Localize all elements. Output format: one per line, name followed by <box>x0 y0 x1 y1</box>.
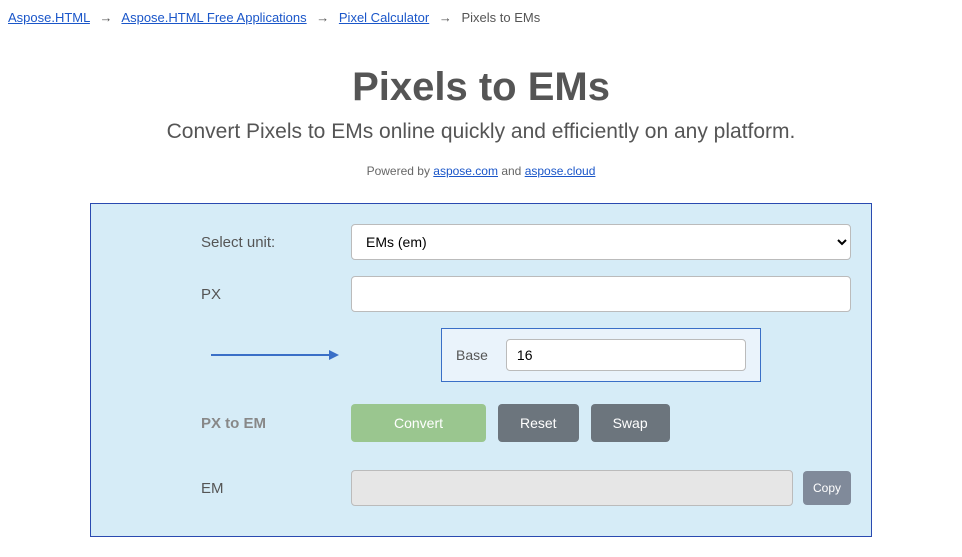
arrow-icon <box>211 345 341 365</box>
breadcrumb-link-free-apps[interactable]: Aspose.HTML Free Applications <box>121 10 306 25</box>
breadcrumb-sep: → <box>100 10 113 25</box>
direction-label: PX to EM <box>111 415 351 432</box>
powered-link-aspose-com[interactable]: aspose.com <box>433 164 498 178</box>
breadcrumb-sep: → <box>439 10 452 25</box>
breadcrumb-link-aspose-html[interactable]: Aspose.HTML <box>8 10 90 25</box>
powered-and: and <box>498 164 525 178</box>
base-input[interactable] <box>506 339 746 371</box>
base-label: Base <box>456 347 488 363</box>
em-label: EM <box>111 480 351 497</box>
breadcrumb: Aspose.HTML → Aspose.HTML Free Applicati… <box>0 0 962 35</box>
copy-button[interactable]: Copy <box>803 471 851 505</box>
converter-panel: Select unit: EMs (em) PX Base PX to EM <box>90 203 872 537</box>
select-unit-label: Select unit: <box>111 234 351 251</box>
px-label: PX <box>111 286 351 303</box>
page-subtitle: Convert Pixels to EMs online quickly and… <box>0 120 962 144</box>
convert-button[interactable]: Convert <box>351 404 486 442</box>
px-input[interactable] <box>351 276 851 312</box>
reset-button[interactable]: Reset <box>498 404 579 442</box>
breadcrumb-link-pixel-calculator[interactable]: Pixel Calculator <box>339 10 429 25</box>
powered-prefix: Powered by <box>367 164 434 178</box>
breadcrumb-sep: → <box>316 10 329 25</box>
swap-button[interactable]: Swap <box>591 404 670 442</box>
base-box: Base <box>441 328 761 382</box>
unit-select[interactable]: EMs (em) <box>351 224 851 260</box>
powered-by: Powered by aspose.com and aspose.cloud <box>0 164 962 178</box>
powered-link-aspose-cloud[interactable]: aspose.cloud <box>525 164 596 178</box>
em-output <box>351 470 793 506</box>
page-title: Pixels to EMs <box>0 65 962 110</box>
breadcrumb-current: Pixels to EMs <box>461 10 540 25</box>
